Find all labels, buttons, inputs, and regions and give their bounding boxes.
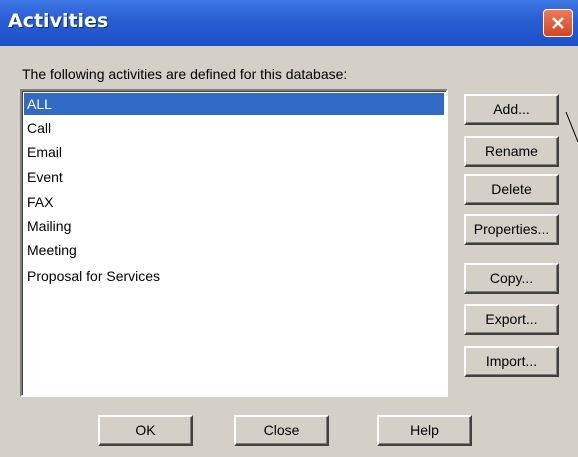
annotation-pointer-line bbox=[565, 111, 578, 143]
activities-dialog: Activities The following activities are … bbox=[0, 0, 578, 457]
